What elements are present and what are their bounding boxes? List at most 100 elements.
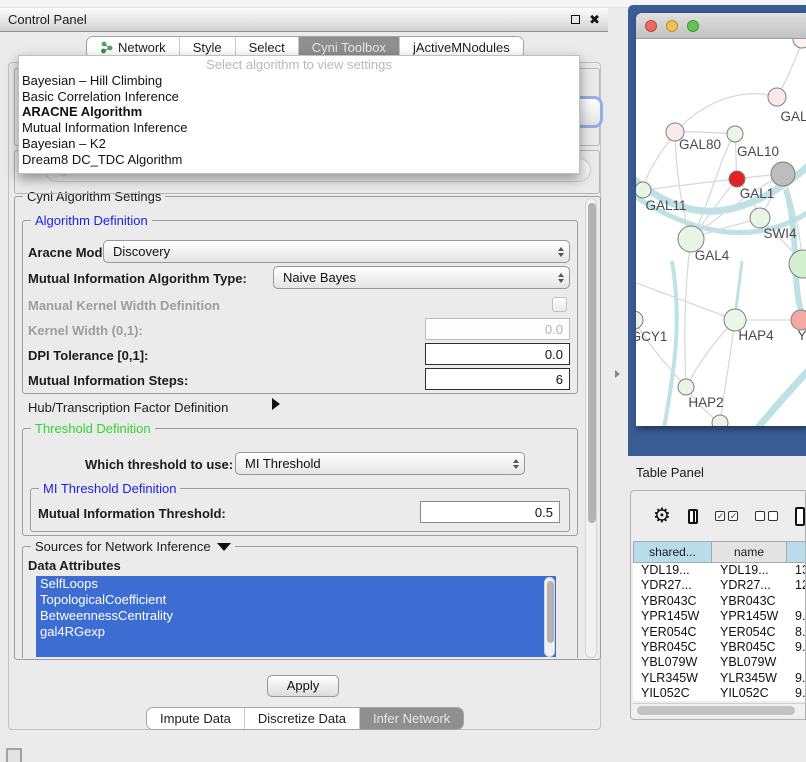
mi-threshold-label: Mutual Information Threshold: — [38, 506, 226, 521]
table-row[interactable]: YER054CYER054C8. — [633, 625, 806, 640]
algorithm-option[interactable]: Dream8 DC_TDC Algorithm — [19, 152, 579, 168]
attribute-list-scrollbar[interactable] — [544, 577, 555, 657]
table-cell: YDR27... — [633, 578, 712, 593]
table-cell: YBL079W — [633, 655, 712, 670]
splitter-handle[interactable] — [615, 370, 620, 378]
collapse-arrow-icon[interactable] — [217, 543, 231, 551]
table-row[interactable]: YLR345WYLR345W9. — [633, 671, 806, 686]
columns-icon[interactable] — [688, 509, 699, 524]
table-row[interactable]: YIL052CYIL052C9. — [633, 686, 806, 701]
network-node[interactable] — [750, 208, 770, 228]
column-header-shared[interactable]: shared... — [633, 541, 712, 563]
network-edge[interactable] — [643, 179, 737, 190]
mi-threshold-field[interactable]: 0.5 — [420, 501, 560, 523]
table-row[interactable]: YDR27...YDR27...12 — [633, 578, 806, 593]
select-all-icon[interactable]: ✓✓ — [715, 511, 738, 521]
float-window-icon[interactable] — [571, 15, 580, 24]
table-row[interactable]: YDL19...YDL19...13 — [633, 563, 806, 578]
kernel-width-label: Kernel Width (0,1): — [28, 323, 143, 338]
table-row[interactable]: YBR043CYBR043C — [633, 594, 806, 609]
table-cell — [787, 655, 806, 670]
aracne-mode-combo[interactable]: Discovery — [103, 240, 570, 263]
panel-corner-icon[interactable] — [6, 748, 22, 762]
data-attributes-list[interactable]: SelfLoopsTopologicalCoefficientBetweenne… — [36, 576, 556, 657]
network-node[interactable] — [712, 415, 728, 426]
network-node[interactable] — [789, 250, 806, 278]
network-window-titlebar[interactable] — [636, 13, 806, 39]
table-cell: 13 — [787, 563, 806, 578]
minimize-traffic-light-icon[interactable] — [666, 20, 678, 32]
mi-algorithm-type-combo[interactable]: Naive Bayes — [273, 266, 570, 289]
dpi-tolerance-field[interactable]: 0.0 — [425, 343, 570, 365]
network-canvas[interactable]: GALGAL80GAL10GAL1GAL11SWI4GAL4GCY1HAP4YH… — [636, 39, 806, 426]
kernel-width-field[interactable]: 0.0 — [425, 318, 570, 340]
network-node[interactable] — [793, 39, 806, 48]
attribute-item[interactable] — [36, 640, 556, 657]
table-panel: ⚙ ✓✓ shared...nameA YDL19...YDL19...13YD… — [630, 490, 806, 720]
aracne-mode-value: Discovery — [104, 244, 553, 259]
network-edge[interactable] — [685, 239, 691, 387]
column-header-a[interactable]: A — [787, 541, 806, 563]
table-cell: YBR045C — [633, 640, 712, 655]
table-cell: YER054C — [712, 625, 787, 640]
expand-arrow-icon[interactable] — [272, 398, 280, 410]
network-node[interactable] — [636, 182, 651, 198]
network-edge[interactable] — [686, 320, 735, 387]
tab-discretize-data[interactable]: Discretize Data — [245, 708, 360, 729]
table-row[interactable]: YPR145WYPR145W9. — [633, 609, 806, 624]
tab-label: Style — [193, 40, 222, 55]
table-cell: YPR145W — [633, 609, 712, 624]
table-row[interactable]: YBL079WYBL079W — [633, 655, 806, 670]
tab-impute-data[interactable]: Impute Data — [147, 708, 245, 729]
column-header-name[interactable]: name — [712, 541, 787, 563]
network-edge[interactable] — [643, 132, 675, 190]
mi-steps-field[interactable]: 6 — [425, 368, 570, 390]
network-node[interactable] — [791, 310, 806, 330]
apply-button[interactable]: Apply — [267, 675, 339, 697]
node-label: GAL4 — [695, 248, 730, 263]
node-label: GAL10 — [737, 144, 779, 159]
algorithm-option[interactable]: Bayesian – Hill Climbing — [19, 73, 579, 89]
algorithm-option[interactable]: Mutual Information Inference — [19, 120, 579, 136]
close-traffic-light-icon[interactable] — [645, 20, 657, 32]
table-cell: YIL052C — [712, 686, 787, 701]
network-node[interactable] — [636, 311, 643, 329]
algorithm-option[interactable]: Basic Correlation Inference — [19, 89, 579, 105]
attribute-item[interactable]: SelfLoops — [36, 576, 556, 592]
close-icon[interactable]: ✖ — [589, 13, 600, 26]
sources-title: Sources for Network Inference — [35, 539, 211, 554]
network-node[interactable] — [771, 162, 795, 186]
algorithm-option[interactable]: ARACNE Algorithm — [19, 104, 579, 120]
attribute-item[interactable]: BetweennessCentrality — [36, 608, 556, 624]
node-label: Y — [797, 328, 806, 343]
node-label: GCY1 — [636, 329, 667, 344]
tab-infer-network[interactable]: Infer Network — [360, 708, 463, 729]
network-node[interactable] — [727, 126, 743, 142]
network-edge[interactable] — [675, 94, 777, 132]
algorithm-option[interactable]: Bayesian – K2 — [19, 136, 579, 152]
which-threshold-label: Which threshold to use: — [85, 457, 233, 472]
gear-icon[interactable]: ⚙ — [653, 506, 671, 526]
network-node[interactable] — [729, 171, 745, 187]
settings-scrollbar[interactable] — [585, 198, 597, 658]
dropdown-placeholder: Select algorithm to view settings — [19, 56, 579, 73]
network-node[interactable] — [768, 88, 786, 106]
attribute-item[interactable]: TopologicalCoefficient — [36, 592, 556, 608]
table-row[interactable]: YBR045CYBR045C9. — [633, 640, 806, 655]
attribute-item[interactable]: gal4RGexp — [36, 624, 556, 640]
table-panel-title: Table Panel — [636, 465, 704, 480]
deselect-all-icon[interactable] — [755, 511, 778, 521]
hub-section-label: Hub/Transcription Factor Definition — [28, 400, 228, 415]
tab-label: Network — [118, 40, 166, 55]
node-label: GAL80 — [679, 137, 721, 152]
node-label: GAL1 — [740, 186, 775, 201]
network-edge[interactable] — [726, 357, 806, 426]
zoom-traffic-light-icon[interactable] — [687, 20, 699, 32]
node-label: HAP2 — [688, 395, 723, 410]
table-hscrollbar[interactable] — [633, 703, 806, 716]
manual-kernel-checkbox[interactable] — [552, 297, 567, 312]
algorithm-definition-label: Algorithm Definition — [31, 213, 152, 228]
new-table-icon[interactable] — [795, 507, 805, 526]
network-node[interactable] — [678, 379, 694, 395]
which-threshold-combo[interactable]: MI Threshold — [235, 452, 525, 475]
